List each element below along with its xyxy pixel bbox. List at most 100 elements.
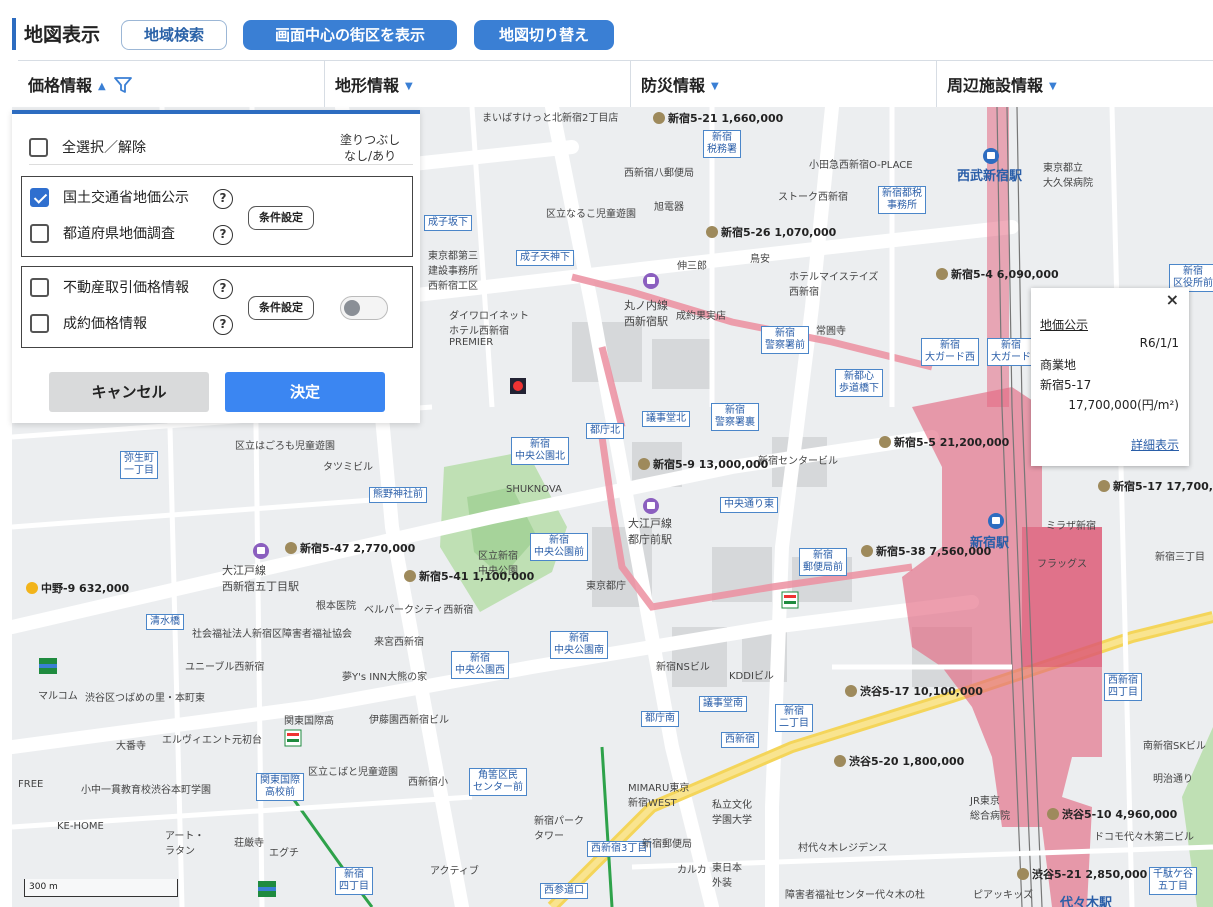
price-filter-panel: 全選択／解除 塗りつぶし なし/あり 国土交通省地価公示 都道府県地価調査 ? … <box>12 110 420 423</box>
transaction-price-checkbox[interactable] <box>30 278 49 297</box>
official-price-group: 国土交通省地価公示 都道府県地価調査 ? ? 条件設定 <box>21 176 413 257</box>
price-marker[interactable]: 新宿5-38 7,560,000 <box>861 543 991 559</box>
marker-dot-icon <box>653 112 665 124</box>
stop-label[interactable]: 議事堂南 <box>699 696 747 712</box>
price-marker[interactable]: 新宿5-5 21,200,000 <box>879 434 1009 450</box>
select-all-label: 全選択／解除 <box>62 140 146 156</box>
map-label: アート・ ラタン <box>165 831 205 857</box>
price-marker[interactable]: 新宿5-17 17,700,000 <box>1098 478 1213 494</box>
show-center-block-button[interactable]: 画面中心の街区を表示 <box>243 20 457 50</box>
select-all-row[interactable]: 全選択／解除 <box>29 137 146 161</box>
stop-label[interactable]: 千駄ケ谷 五丁目 <box>1149 867 1197 895</box>
marker-dot-icon <box>1017 868 1029 880</box>
stop-label[interactable]: 新宿 税務署 <box>703 130 741 158</box>
stop-label[interactable]: 西新宿 四丁目 <box>1104 673 1142 701</box>
price-marker[interactable]: 新宿5-26 1,070,000 <box>706 224 836 240</box>
tab-disaster-info[interactable]: 防災情報 ▼ <box>630 61 936 107</box>
price-marker[interactable]: 新宿5-9 13,000,000 <box>638 456 768 472</box>
map-label: 荘厳寺 <box>234 838 264 849</box>
mlit-price-checkbox[interactable] <box>30 188 49 207</box>
select-all-checkbox[interactable] <box>29 138 48 157</box>
price-marker[interactable]: 渋谷5-21 2,850,000 <box>1017 866 1147 882</box>
price-marker[interactable]: 新宿5-4 6,090,000 <box>936 266 1059 282</box>
stop-label[interactable]: 中央通り東 <box>720 497 778 513</box>
map-label: 大江戸線 西新宿五丁目駅 <box>222 564 299 593</box>
filter-item[interactable]: 国土交通省地価公示 <box>30 187 189 211</box>
price-marker[interactable]: 渋谷5-17 10,100,000 <box>845 683 983 699</box>
map-label: タツミビル <box>323 462 373 473</box>
stop-label[interactable]: 西新宿 <box>721 732 759 748</box>
cancel-button[interactable]: キャンセル <box>49 372 209 412</box>
map-label: 大江戸線 都庁前駅 <box>628 517 672 546</box>
tab-facility-info[interactable]: 周辺施設情報 ▼ <box>936 61 1213 107</box>
tab-label: 価格情報 <box>28 76 93 95</box>
stop-label[interactable]: 新宿 中央公園南 <box>550 631 608 659</box>
help-icon[interactable]: ? <box>213 315 233 335</box>
prefecture-survey-checkbox[interactable] <box>30 224 49 243</box>
marker-dot-icon <box>404 570 416 582</box>
price-marker[interactable]: 新宿5-47 2,770,000 <box>285 540 415 556</box>
filter-item[interactable]: 成約価格情報 <box>30 313 147 337</box>
stop-label[interactable]: 成子坂下 <box>424 215 472 231</box>
land-price-popup: × 地価公示 R6/1/1 商業地 新宿5-17 17,700,000(円/m²… <box>1031 288 1189 466</box>
stop-label[interactable]: 新宿 中央公園前 <box>530 533 588 561</box>
stop-label[interactable]: 角筈区民 センター前 <box>469 768 527 796</box>
map-label: 東日本 外装 <box>712 863 742 889</box>
marker-dot-icon <box>706 226 718 238</box>
contract-price-checkbox[interactable] <box>30 314 49 333</box>
condition-settings-button[interactable]: 条件設定 <box>248 206 314 230</box>
region-search-button[interactable]: 地域検索 <box>121 20 227 50</box>
map-label: 大番寺 <box>116 741 146 752</box>
stop-label[interactable]: 関東国際 高校前 <box>256 773 304 801</box>
map-label: 新宿パーク タワー <box>534 816 584 842</box>
price-marker[interactable]: 新宿5-41 1,100,000 <box>404 568 534 584</box>
filter-item[interactable]: 都道府県地価調査 <box>30 223 175 247</box>
fill-toggle-note: 塗りつぶし なし/あり <box>340 132 400 164</box>
stop-label[interactable]: 清水橋 <box>146 614 184 630</box>
price-marker[interactable]: 渋谷5-20 1,800,000 <box>834 753 964 769</box>
stop-label[interactable]: 新宿 郵便局前 <box>799 548 847 576</box>
tab-price-info[interactable]: 価格情報 ▲ <box>18 61 324 107</box>
price-marker[interactable]: 渋谷5-10 4,960,000 <box>1047 806 1177 822</box>
filter-item[interactable]: 不動産取引価格情報 <box>30 277 189 301</box>
stop-label[interactable]: 新宿 大ガード <box>987 338 1035 366</box>
map-label: エルヴィエント元初台 <box>162 735 262 746</box>
fill-toggle-switch[interactable] <box>340 296 388 320</box>
price-marker[interactable]: 中野-9 632,000 <box>26 580 129 596</box>
stop-label[interactable]: 新宿 警察署裏 <box>711 403 759 431</box>
page-title: 地図表示 <box>24 24 101 46</box>
stop-label[interactable]: 西参道口 <box>540 883 588 899</box>
price-marker[interactable]: 新宿5-21 1,660,000 <box>653 110 783 126</box>
decide-button[interactable]: 決定 <box>225 372 385 412</box>
stop-label[interactable]: 新宿 大ガード西 <box>921 338 979 366</box>
stop-label[interactable]: 弥生町 一丁目 <box>120 451 158 479</box>
stop-label[interactable]: 新都心 歩道橋下 <box>835 369 883 397</box>
help-icon[interactable]: ? <box>213 279 233 299</box>
stop-label[interactable]: 議事堂北 <box>642 411 690 427</box>
stop-label[interactable]: 新宿 中央公園西 <box>451 651 509 679</box>
map-scale-bar: 300 m <box>24 879 178 897</box>
help-icon[interactable]: ? <box>213 225 233 245</box>
close-icon[interactable]: × <box>1166 290 1179 309</box>
stop-label[interactable]: 新宿 二丁目 <box>775 704 813 732</box>
stop-label[interactable]: 新宿都税 事務所 <box>878 186 926 214</box>
help-icon[interactable]: ? <box>213 189 233 209</box>
map-label: 鳥安 <box>750 254 770 265</box>
switch-map-button[interactable]: 地図切り替え <box>474 20 614 50</box>
stop-label[interactable]: 新宿 四丁目 <box>335 867 373 895</box>
detail-link[interactable]: 詳細表示 <box>1131 436 1179 453</box>
stop-label[interactable]: 熊野神社前 <box>369 487 427 503</box>
marker-dot-icon <box>861 545 873 557</box>
map-label: 東京都第三 建設事務所 西新宿工区 <box>428 251 478 292</box>
subway-icon <box>253 543 269 559</box>
stop-label[interactable]: 成子天神下 <box>516 250 574 266</box>
filter-icon[interactable] <box>113 63 132 113</box>
map-label: カルカ <box>677 865 707 876</box>
stop-label[interactable]: 新宿 警察署前 <box>761 326 809 354</box>
tab-terrain-info[interactable]: 地形情報 ▼ <box>324 61 630 107</box>
map-label: KE-HOME <box>57 821 104 832</box>
condition-settings-button[interactable]: 条件設定 <box>248 296 314 320</box>
stop-label[interactable]: 都庁北 <box>586 423 624 439</box>
stop-label[interactable]: 都庁南 <box>641 711 679 727</box>
stop-label[interactable]: 新宿 中央公園北 <box>511 437 569 465</box>
